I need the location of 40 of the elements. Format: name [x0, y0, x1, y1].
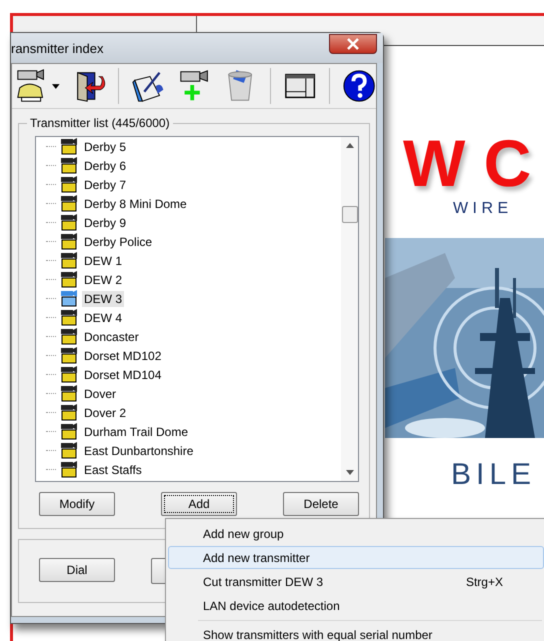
- scroll-thumb[interactable]: [342, 206, 358, 222]
- window-title: ransmitter index: [11, 40, 104, 56]
- tree-item[interactable]: East Staffs: [82, 462, 144, 478]
- scrollbar[interactable]: [341, 137, 358, 481]
- tree-item[interactable]: Dover: [82, 386, 118, 402]
- tree-item[interactable]: Dorset MD104: [82, 366, 164, 382]
- menu-item[interactable]: Add new group: [168, 522, 544, 545]
- close-icon: [346, 38, 360, 50]
- close-button[interactable]: [329, 34, 377, 54]
- help-icon[interactable]: [342, 68, 376, 104]
- menu-item[interactable]: Add new transmitter: [168, 546, 544, 569]
- tree-item[interactable]: DEW 1: [82, 252, 124, 268]
- tree-item[interactable]: Derby Police: [82, 234, 154, 250]
- tree-item[interactable]: DEW 4: [82, 310, 124, 326]
- tree-item[interactable]: East Dunbartonshire: [82, 442, 196, 458]
- tree-item[interactable]: Derby 8 Mini Dome: [82, 196, 189, 212]
- tree-item[interactable]: Derby 6: [82, 158, 128, 174]
- group-title: Transmitter list (445/6000): [27, 116, 173, 130]
- dialog-button[interactable]: Delete: [283, 492, 359, 516]
- tagline-text: W I R E: [453, 200, 510, 218]
- tree-item[interactable]: Dover 2: [82, 404, 128, 420]
- menu-item[interactable]: Show transmitters with equal serial number: [168, 623, 544, 641]
- dialog-button[interactable]: Add: [161, 492, 237, 516]
- footer-text: BILE: [451, 458, 536, 492]
- dialog-button[interactable]: Modify: [39, 492, 115, 516]
- tree-item[interactable]: Derby 5: [82, 138, 128, 154]
- dropdown-arrow-icon[interactable]: [52, 84, 60, 88]
- tree-item[interactable]: Derby 7: [82, 176, 128, 192]
- scroll-down-icon[interactable]: [346, 470, 354, 475]
- tree-item[interactable]: Durham Trail Dome: [82, 424, 190, 440]
- menu-item[interactable]: Cut transmitter DEW 3 Strg+X: [168, 570, 544, 593]
- dial-button[interactable]: Dial: [39, 558, 115, 582]
- tree-item[interactable]: DEW 2: [82, 272, 124, 288]
- tree-item[interactable]: Doncaster: [82, 328, 141, 344]
- scroll-up-icon[interactable]: [346, 143, 354, 148]
- tree-item[interactable]: Dorset MD102: [82, 348, 164, 364]
- menu-item[interactable]: LAN device autodetection: [168, 594, 544, 617]
- tree-item[interactable]: DEW 3: [82, 290, 124, 306]
- tree-item[interactable]: Derby 9: [82, 214, 128, 230]
- logo-text: W C: [403, 130, 532, 196]
